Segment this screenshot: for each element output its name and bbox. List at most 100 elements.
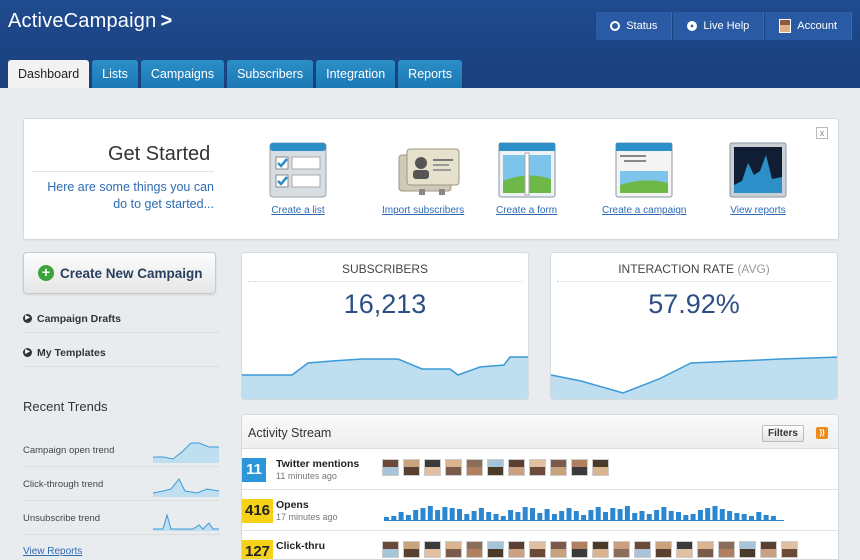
interaction-rate-value: 57.92% [648, 289, 740, 319]
get-started-subtitle: Here are some things you can do to get s… [47, 180, 214, 211]
close-icon[interactable]: x [816, 127, 828, 139]
live-help-button[interactable]: Live Help [672, 12, 765, 40]
avatar[interactable] [508, 541, 525, 558]
avatar[interactable] [487, 459, 504, 476]
avatar[interactable] [424, 459, 441, 476]
stream-row-opens[interactable]: 416 Opens 17 minutes ago [242, 490, 838, 531]
trend-row[interactable]: Campaign open trend [23, 433, 219, 467]
activity-bar [749, 516, 754, 520]
activity-bar [471, 511, 477, 520]
tab-dashboard[interactable]: Dashboard [8, 60, 90, 88]
avatar[interactable] [592, 459, 609, 476]
activity-bar [405, 515, 411, 520]
trend-row[interactable]: Click-through trend [23, 467, 219, 501]
stream-row-twitter[interactable]: 11 Twitter mentions 11 minutes ago [242, 449, 838, 490]
create-form-link[interactable]: Create a form [496, 205, 557, 216]
interaction-rate-stat[interactable]: INTERACTION RATE (AVG) 57.92% [550, 252, 838, 400]
subscribers-stat[interactable]: SUBSCRIBERS 16,213 [241, 252, 529, 400]
avatar[interactable] [487, 541, 504, 558]
activity-stream-title: Activity Stream [248, 426, 332, 440]
arrow-icon: ▶ [23, 314, 32, 323]
activity-stream: Activity Stream Filters )) 11 Twitter me… [241, 414, 839, 560]
avatar[interactable] [592, 541, 609, 558]
avatar[interactable] [382, 541, 399, 558]
stream-row-clickthru[interactable]: 127 Click-thru [242, 531, 838, 559]
list-icon[interactable] [268, 141, 328, 199]
avatar[interactable] [760, 541, 777, 558]
status-button[interactable]: Status [595, 12, 673, 40]
interaction-rate-label-suffix: (AVG) [737, 262, 770, 276]
view-reports-link[interactable]: View reports [728, 205, 788, 216]
activity-stream-header: Activity Stream Filters )) [242, 415, 838, 449]
avatar[interactable] [613, 541, 630, 558]
rss-icon[interactable]: )) [816, 427, 828, 439]
interaction-rate-label: INTERACTION RATE (AVG) [551, 262, 837, 276]
avatar[interactable] [403, 459, 420, 476]
logo[interactable]: ActiveCampaign > [8, 10, 172, 33]
activity-bar [603, 512, 608, 520]
logo-chevron: > [160, 10, 173, 32]
tab-subscribers[interactable]: Subscribers [227, 60, 314, 88]
avatar[interactable] [529, 541, 546, 558]
avatar[interactable] [571, 541, 588, 558]
import-subscribers-link[interactable]: Import subscribers [382, 205, 464, 216]
campaign-icon[interactable] [614, 141, 674, 199]
avatar[interactable] [571, 459, 588, 476]
avatar[interactable] [445, 541, 462, 558]
activity-bar [756, 512, 762, 520]
avatar[interactable] [550, 459, 567, 476]
create-list-link[interactable]: Create a list [268, 205, 328, 216]
avatar[interactable] [676, 541, 693, 558]
avatar[interactable] [697, 541, 714, 558]
activity-bar [537, 513, 543, 520]
create-form-item: Create a form [496, 141, 557, 216]
avatar[interactable] [718, 541, 735, 558]
avatar[interactable] [655, 541, 672, 558]
campaign-drafts-label: Campaign Drafts [37, 312, 122, 325]
count-badge: 127 [242, 540, 274, 559]
activity-bar [668, 511, 674, 520]
avatar[interactable] [550, 541, 567, 558]
avatar[interactable] [508, 459, 525, 476]
activity-bar [639, 511, 645, 520]
create-campaign-label: Create New Campaign [60, 265, 203, 281]
my-templates-link[interactable]: ▶ My Templates [23, 339, 219, 367]
form-icon[interactable] [497, 141, 557, 199]
activity-bar [588, 510, 594, 520]
avatar[interactable] [634, 541, 651, 558]
reports-icon[interactable] [728, 141, 788, 199]
activity-bar [515, 512, 521, 520]
activity-bar [697, 510, 703, 520]
avatar[interactable] [424, 541, 441, 558]
top-bar: ActiveCampaign > Status Live Help Account… [0, 0, 860, 88]
filters-button[interactable]: Filters [761, 425, 804, 442]
avatar[interactable] [445, 459, 462, 476]
contact-cards-icon[interactable] [393, 141, 460, 199]
avatar-strip [382, 459, 613, 476]
campaign-drafts-link[interactable]: ▶ Campaign Drafts [23, 305, 219, 333]
create-campaign-link[interactable]: Create a campaign [602, 205, 687, 216]
sparkline [153, 513, 219, 531]
tab-lists[interactable]: Lists [92, 60, 138, 88]
avatar[interactable] [466, 541, 483, 558]
create-campaign-button[interactable]: + Create New Campaign [23, 252, 216, 294]
avatar[interactable] [529, 459, 546, 476]
account-button-label: Account [797, 20, 837, 32]
activity-bar [654, 510, 660, 520]
view-reports-bottom-link[interactable]: View Reports [23, 546, 82, 557]
avatar[interactable] [466, 459, 483, 476]
avatar[interactable] [382, 459, 399, 476]
account-button[interactable]: Account [764, 12, 852, 40]
trend-row[interactable]: Unsubscribe trend [23, 501, 219, 535]
tab-reports[interactable]: Reports [398, 60, 462, 88]
avatar-strip [382, 541, 802, 558]
arrow-icon: ▶ [23, 348, 32, 357]
tab-campaigns[interactable]: Campaigns [140, 60, 225, 88]
tab-integration[interactable]: Integration [316, 60, 396, 88]
trend-label: Campaign open trend [23, 445, 115, 456]
avatar[interactable] [739, 541, 756, 558]
avatar[interactable] [781, 541, 798, 558]
avatar[interactable] [403, 541, 420, 558]
activity-bar [610, 508, 616, 520]
activity-bar [457, 509, 462, 520]
